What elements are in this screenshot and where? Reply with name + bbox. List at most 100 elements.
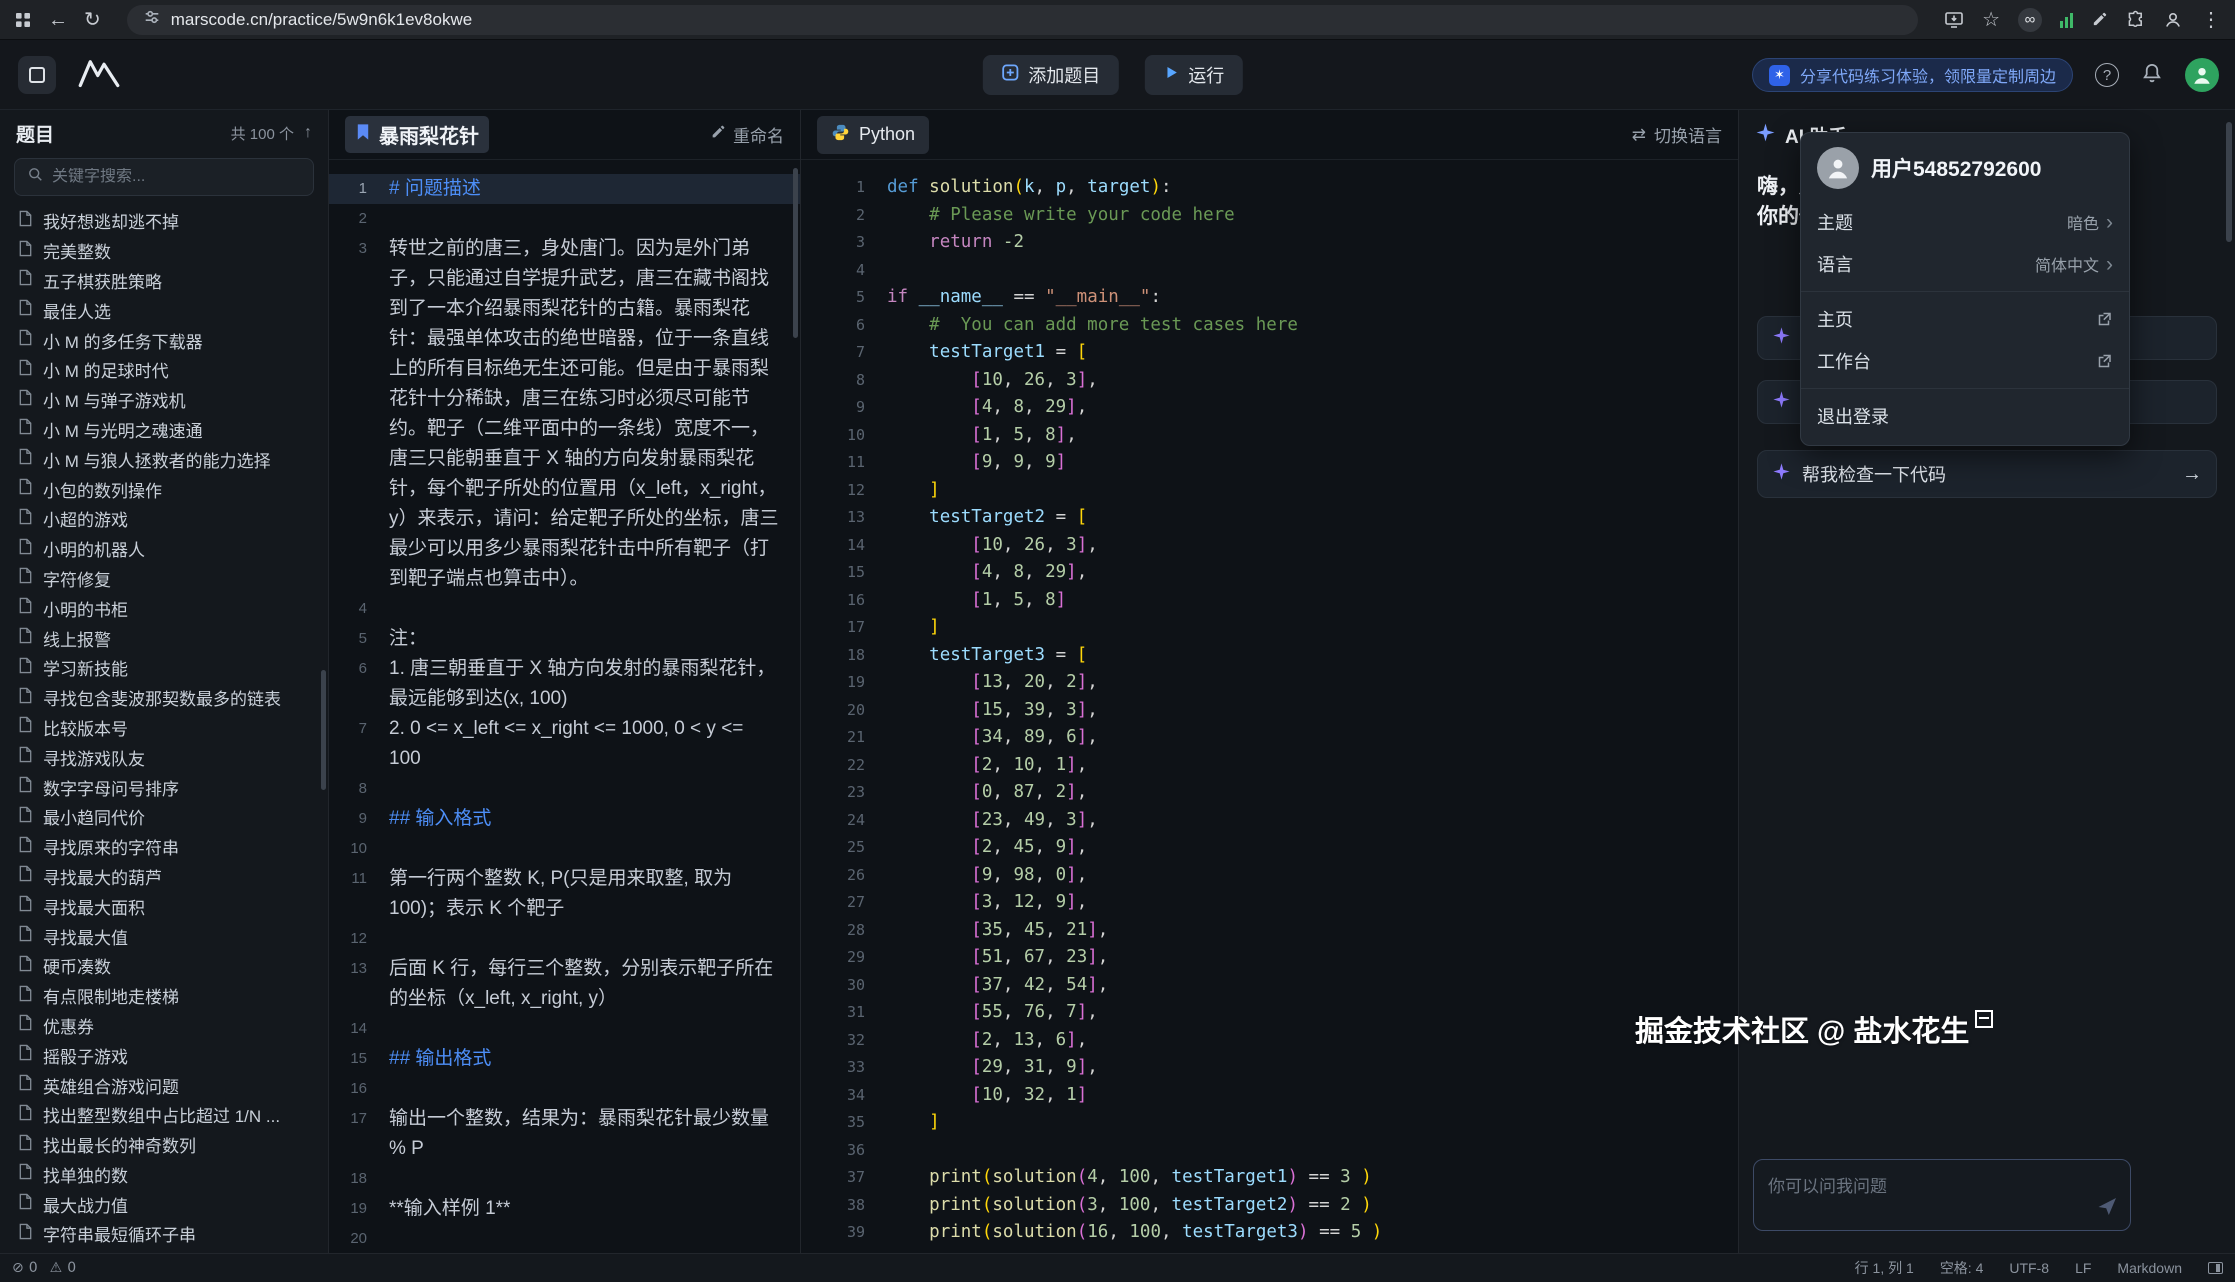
code-line[interactable]: 31 [55, 76, 7],: [801, 999, 1738, 1027]
language-tab[interactable]: Python: [817, 116, 929, 154]
code-line[interactable]: 27 [3, 12, 9],: [801, 889, 1738, 917]
sidebar-scrollbar-thumb[interactable]: [321, 670, 326, 790]
layout-icon[interactable]: [2208, 1262, 2223, 1274]
help-icon[interactable]: ?: [2095, 63, 2119, 87]
code-line[interactable]: 32 [2, 13, 6],: [801, 1027, 1738, 1055]
code-line[interactable]: 11 [9, 9, 9]: [801, 449, 1738, 477]
problem-list-item[interactable]: 最大战力值: [0, 1189, 328, 1219]
problem-list-item[interactable]: 寻找原来的字符串: [0, 832, 328, 862]
pen-extension-icon[interactable]: [2091, 11, 2108, 28]
problem-list-item[interactable]: 有点限制地走楼梯: [0, 981, 328, 1011]
problem-list-item[interactable]: 寻找最大的葫芦: [0, 862, 328, 892]
code-line[interactable]: 10 [1, 5, 8],: [801, 422, 1738, 450]
code-line[interactable]: 14 [10, 26, 3],: [801, 532, 1738, 560]
problem-title-tab[interactable]: 暴雨梨花针: [345, 116, 489, 153]
problem-list-item[interactable]: 数字字母问号排序: [0, 772, 328, 802]
problem-line[interactable]: 61. 唐三朝垂直于 X 轴方向发射的暴雨梨花针，最远能够到达(x, 100): [329, 654, 800, 714]
problem-list-item[interactable]: 英雄组合游戏问题: [0, 1070, 328, 1100]
encoding[interactable]: UTF-8: [2009, 1260, 2049, 1276]
install-icon[interactable]: [1944, 10, 1964, 30]
problem-line[interactable]: 4: [329, 594, 800, 624]
bell-icon[interactable]: [2141, 62, 2163, 89]
code-line[interactable]: 16 [1, 5, 8]: [801, 587, 1738, 615]
problem-list-item[interactable]: 小明的机器人: [0, 534, 328, 564]
code-line[interactable]: 29 [51, 67, 23],: [801, 944, 1738, 972]
problem-line[interactable]: 17输出一个整数，结果为：暴雨梨花针最少数量 % P: [329, 1104, 800, 1164]
code-line[interactable]: 34 [10, 32, 1]: [801, 1082, 1738, 1110]
problem-list-item[interactable]: 完美整数: [0, 236, 328, 266]
back-icon[interactable]: ←: [48, 10, 68, 30]
problem-scrollbar-thumb[interactable]: [793, 168, 798, 338]
code-line[interactable]: 24 [23, 49, 3],: [801, 807, 1738, 835]
problem-line[interactable]: 10: [329, 834, 800, 864]
problem-list-item[interactable]: 小超的游戏: [0, 504, 328, 534]
code-line[interactable]: 9 [4, 8, 29],: [801, 394, 1738, 422]
code-line[interactable]: 35 ]: [801, 1109, 1738, 1137]
code-line[interactable]: 12 ]: [801, 477, 1738, 505]
refresh-icon[interactable]: ↻: [84, 10, 101, 30]
code-line[interactable]: 6 # You can add more test cases here: [801, 312, 1738, 340]
marscode-logo[interactable]: [76, 58, 122, 93]
problem-line[interactable]: 18: [329, 1164, 800, 1194]
problem-line[interactable]: 15## 输出格式: [329, 1044, 800, 1074]
code-line[interactable]: 2 # Please write your code here: [801, 202, 1738, 230]
url-bar[interactable]: marscode.cn/practice/5w9n6k1ev8okwe: [127, 5, 1918, 35]
errors-indicator[interactable]: ⊘ 0: [12, 1260, 38, 1276]
problem-list-item[interactable]: 寻找最大面积: [0, 891, 328, 921]
code-line[interactable]: 3 return -2: [801, 229, 1738, 257]
code-line[interactable]: 36: [801, 1137, 1738, 1165]
extensions-puzzle-icon[interactable]: [2126, 10, 2145, 29]
problem-list-item[interactable]: 寻找游戏队友: [0, 742, 328, 772]
problem-list-item[interactable]: 小明的书柜: [0, 593, 328, 623]
problem-line[interactable]: 2: [329, 204, 800, 234]
problem-list-item[interactable]: 字符串最短循环子串: [0, 1219, 328, 1249]
code-line[interactable]: 38 print(solution(3, 100, testTarget2) =…: [801, 1192, 1738, 1220]
problem-line[interactable]: 16: [329, 1074, 800, 1104]
problem-line[interactable]: 13后面 K 行，每行三个整数，分别表示靶子所在的坐标（x_left, x_ri…: [329, 954, 800, 1014]
problem-line[interactable]: 1# 问题描述: [329, 174, 800, 204]
problem-list-item[interactable]: 寻找包含斐波那契数最多的链表: [0, 683, 328, 713]
problem-list-item[interactable]: 比较版本号: [0, 713, 328, 743]
code-line[interactable]: 19 [13, 20, 2],: [801, 669, 1738, 697]
code-line[interactable]: 20 [15, 39, 3],: [801, 697, 1738, 725]
switch-language-button[interactable]: ⇄ 切换语言: [1632, 122, 1722, 147]
bookmark-star-icon[interactable]: ☆: [1982, 10, 2000, 30]
code-line[interactable]: 17 ]: [801, 614, 1738, 642]
sort-up-icon[interactable]: ↑: [304, 124, 312, 142]
menu-item-logout[interactable]: 退出登录: [1801, 395, 2129, 437]
site-settings-icon[interactable]: [143, 8, 161, 31]
code-line[interactable]: 8 [10, 26, 3],: [801, 367, 1738, 395]
menu-item-home[interactable]: 主页: [1801, 298, 2129, 340]
eol-type[interactable]: LF: [2075, 1260, 2091, 1276]
code-line[interactable]: 25 [2, 45, 9],: [801, 834, 1738, 862]
user-avatar[interactable]: [2185, 58, 2219, 92]
run-button[interactable]: 运行: [1144, 55, 1242, 95]
code-line[interactable]: 23 [0, 87, 2],: [801, 779, 1738, 807]
menu-item-workspace[interactable]: 工作台: [1801, 340, 2129, 382]
browser-menu-icon[interactable]: ⋮: [2201, 10, 2221, 30]
problem-line[interactable]: 9## 输入格式: [329, 804, 800, 834]
problem-line[interactable]: 5注：: [329, 624, 800, 654]
problem-line[interactable]: 14: [329, 1014, 800, 1044]
code-line[interactable]: 28 [35, 45, 21],: [801, 917, 1738, 945]
rename-button[interactable]: 重命名: [710, 122, 784, 147]
code-line[interactable]: 22 [2, 10, 1],: [801, 752, 1738, 780]
problem-list-item[interactable]: 线上报警: [0, 623, 328, 653]
cursor-position[interactable]: 行 1, 列 1: [1855, 1258, 1914, 1278]
problem-list-item[interactable]: 优惠券: [0, 1011, 328, 1041]
code-line[interactable]: 21 [34, 89, 6],: [801, 724, 1738, 752]
search-input[interactable]: [52, 168, 301, 186]
code-line[interactable]: 37 print(solution(4, 100, testTarget1) =…: [801, 1164, 1738, 1192]
code-line[interactable]: 4: [801, 257, 1738, 285]
problem-line[interactable]: 8: [329, 774, 800, 804]
code-line[interactable]: 15 [4, 8, 29],: [801, 559, 1738, 587]
problem-list-item[interactable]: 五子棋获胜策略: [0, 266, 328, 296]
warnings-indicator[interactable]: ⚠ 0: [50, 1260, 76, 1276]
check-code-button[interactable]: 帮我检查一下代码 →: [1757, 450, 2217, 498]
menu-item-theme[interactable]: 主题 暗色›: [1801, 201, 2129, 243]
code-line[interactable]: 26 [9, 98, 0],: [801, 862, 1738, 890]
problem-list-item[interactable]: 找单独的数: [0, 1160, 328, 1190]
code-line[interactable]: 1def solution(k, p, target):: [801, 174, 1738, 202]
code-line[interactable]: 33 [29, 31, 9],: [801, 1054, 1738, 1082]
problem-list-item[interactable]: 硬币凑数: [0, 951, 328, 981]
